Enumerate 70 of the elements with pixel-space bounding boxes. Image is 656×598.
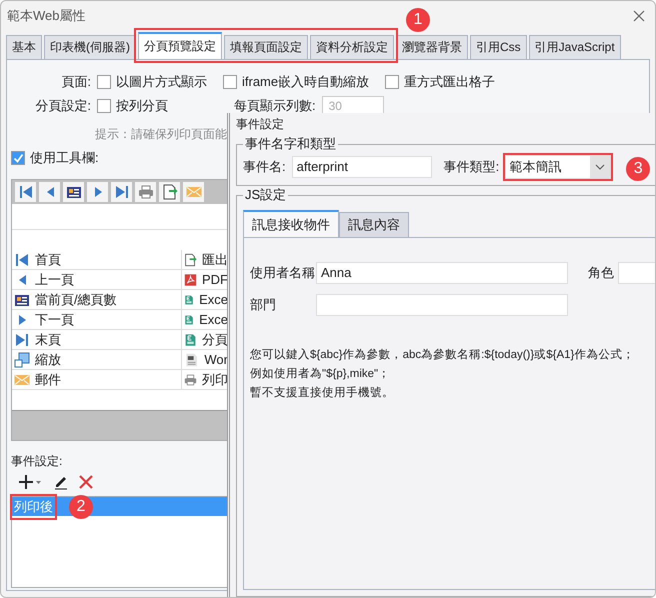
add-icon[interactable] (19, 474, 43, 490)
checkbox[interactable] (11, 151, 25, 165)
checkbox[interactable] (223, 75, 237, 89)
window-title: 範本Web屬性 (7, 6, 86, 24)
step-number: 1 (406, 8, 430, 32)
toolbar-item[interactable]: 下一頁 (12, 310, 182, 330)
checkbox[interactable] (385, 75, 400, 89)
field-label: 每頁顯示列數: (234, 97, 316, 115)
checkbox-label: 使用工具欄: (30, 149, 99, 167)
last-page-icon (14, 332, 30, 348)
spreadsheet-icon (184, 332, 197, 348)
field-label: 部門 (250, 296, 277, 314)
group-title: JS設定 (244, 186, 288, 204)
mail-icon (186, 184, 202, 200)
export-icon (184, 252, 197, 268)
checkbox[interactable] (97, 75, 111, 89)
field-label: 分頁設定: (34, 97, 91, 115)
toolbar-item[interactable]: 上一頁 (12, 270, 182, 290)
close-icon[interactable] (633, 10, 645, 22)
document-icon (184, 352, 200, 368)
tab[interactable]: 訊息內容 (339, 212, 409, 237)
printer-icon (138, 184, 154, 200)
toolbar-item[interactable]: 當前頁/總頁數 (12, 290, 182, 310)
note-text: 您可以鍵入${abc}作為參數，abc為參數名稱:${today()}或${A1}作為公式； (250, 348, 636, 363)
event-name-field[interactable]: afterprint (292, 156, 432, 178)
tab[interactable]: 引用Css (470, 35, 527, 59)
step-number: 2 (69, 494, 93, 518)
tab[interactable]: 填報頁面設定 (224, 35, 308, 59)
dialog-title: 事件設定 (236, 116, 285, 132)
hint-text: 提示：請確保列印頁面能 (95, 126, 228, 143)
caret-icon (595, 164, 606, 170)
first-page-icon (14, 252, 30, 268)
toolbar-item[interactable]: 縮放 (12, 350, 182, 370)
note-text: 暫不支援直接使用手機號。 (250, 385, 395, 401)
export-icon (162, 184, 178, 200)
toolbar-item[interactable]: 郵件 (12, 370, 182, 390)
checkbox-label: 以圖片方式顯示 (116, 73, 207, 91)
last-page-icon (114, 184, 130, 200)
checkbox-label: 按列分頁 (116, 97, 168, 115)
page-count-icon (66, 184, 82, 200)
zoom-icon (14, 352, 30, 368)
text-field[interactable] (316, 294, 568, 316)
tab[interactable]: 引用JavaScript (528, 35, 621, 59)
pencil-icon[interactable] (53, 474, 69, 490)
delete-icon[interactable] (79, 475, 93, 489)
pdf-icon (184, 272, 197, 288)
first-page-icon (18, 184, 34, 200)
field-label: 角色 (587, 264, 615, 282)
checkbox-label: iframe嵌入時自動縮放 (242, 73, 370, 91)
text-field[interactable]: Anna (316, 262, 568, 284)
section-label: 事件設定: (11, 453, 64, 470)
tab[interactable]: 分頁預覽設定 (138, 32, 222, 59)
field-label: 事件名: (243, 158, 286, 176)
field-label: 使用者名稱 (250, 264, 316, 282)
field-label: 頁面: (60, 73, 91, 91)
toolbar-item[interactable]: 末頁 (12, 330, 182, 350)
field-label: 事件類型: (444, 158, 500, 176)
checkbox[interactable] (97, 99, 111, 113)
tab[interactable]: 訊息接收物件 (243, 210, 339, 237)
tab[interactable]: 基本 (6, 35, 42, 59)
highlight-frame (10, 494, 57, 520)
toolbar-item[interactable]: 首頁 (12, 250, 182, 270)
tab[interactable]: 印表機(伺服器) (44, 35, 136, 59)
printer-icon (184, 372, 197, 388)
note-text: 例如使用者為"${p},mike"； (250, 366, 392, 382)
group-title: 事件名字和類型 (244, 135, 337, 153)
tab[interactable]: 資料分析設定 (310, 35, 394, 59)
checkbox-label: 重方式匯出格子 (404, 73, 496, 91)
tab[interactable]: 瀏覽器背景 (396, 35, 468, 59)
step-number: 3 (626, 157, 650, 181)
